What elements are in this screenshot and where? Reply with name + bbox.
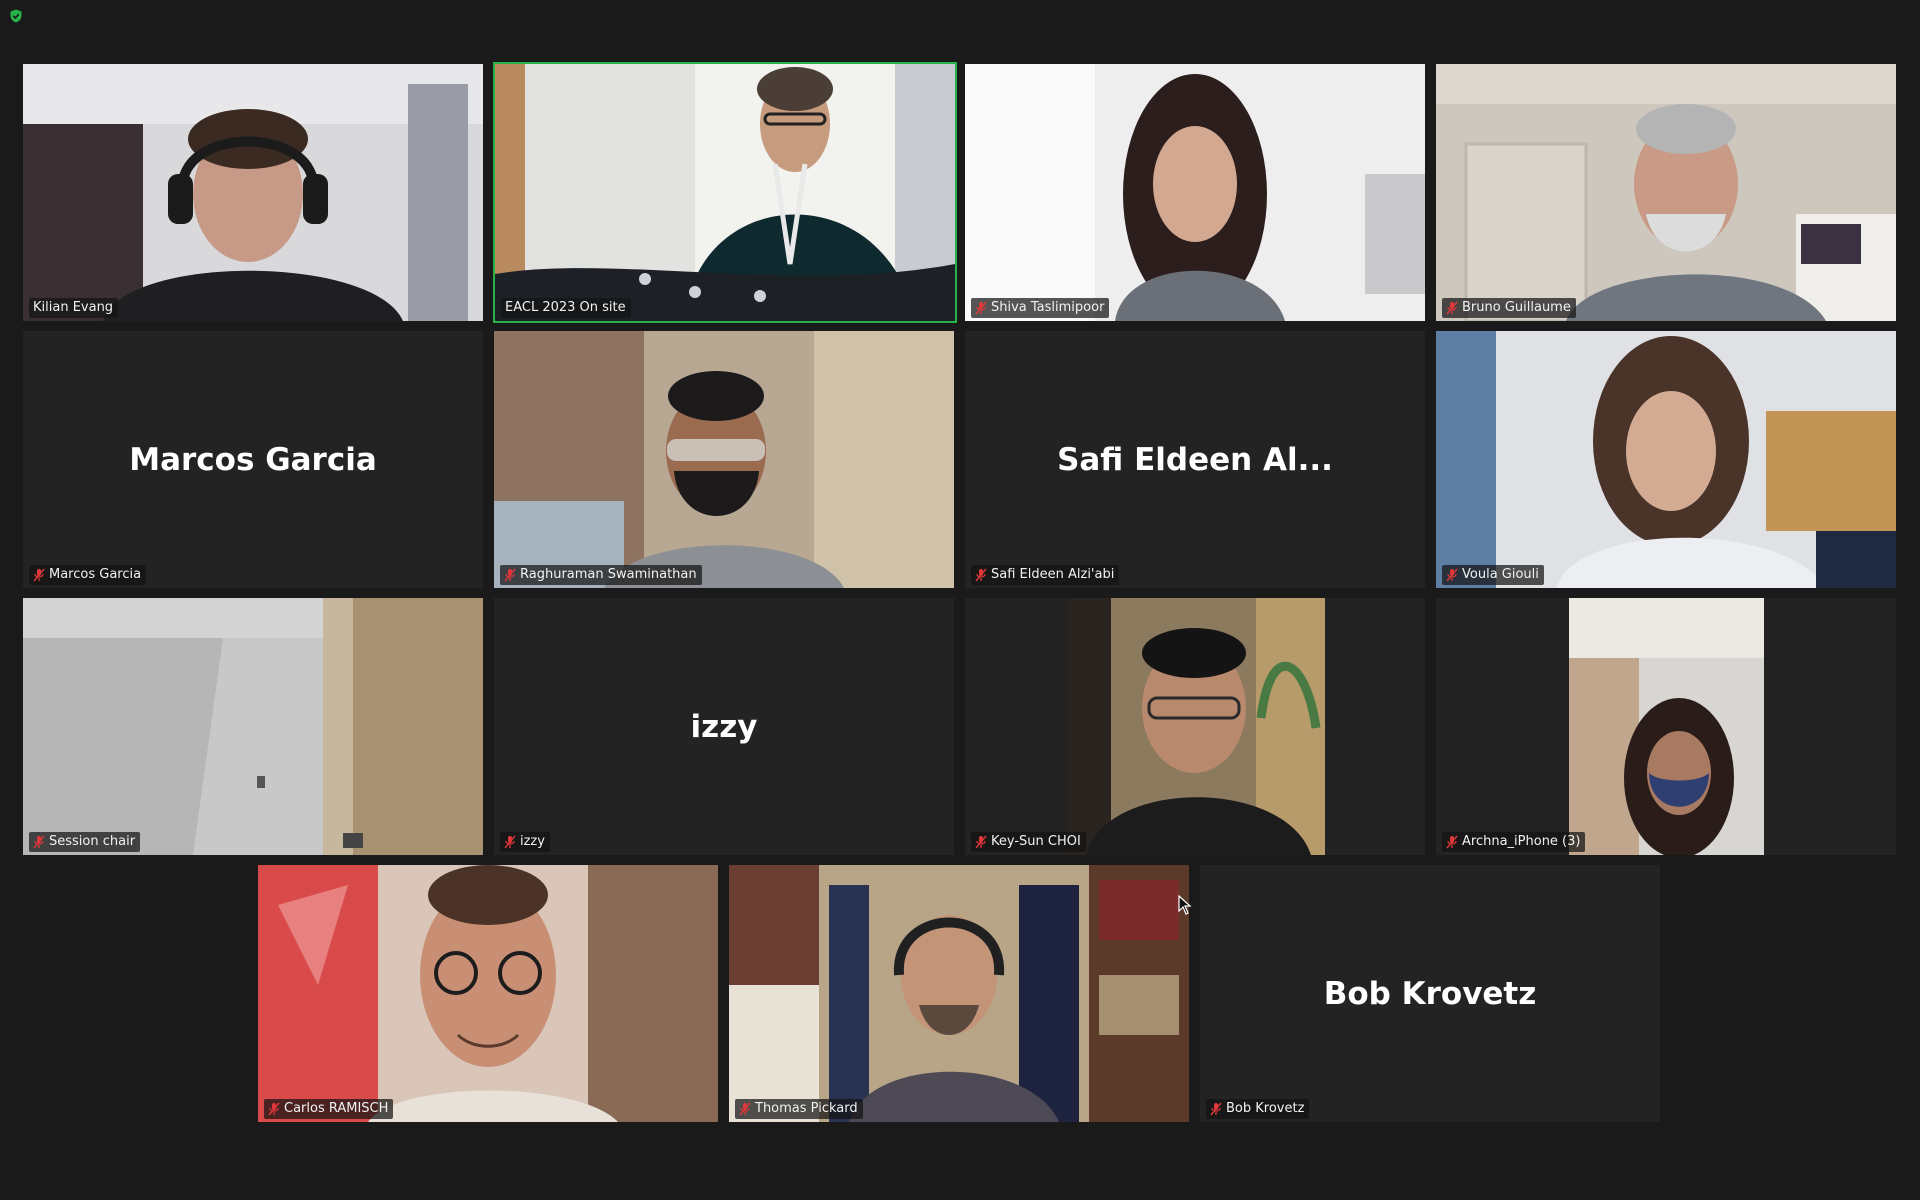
- participant-name: izzy: [520, 834, 545, 849]
- participant-name-tag: Thomas Pickard: [735, 1099, 863, 1119]
- muted-mic-icon: [504, 568, 516, 582]
- participant-tile[interactable]: Session chair: [23, 598, 483, 855]
- participant-display-name: izzy: [690, 708, 758, 745]
- muted-mic-icon: [1210, 1102, 1222, 1116]
- participant-video: [258, 865, 718, 1122]
- participant-tile-no-video[interactable]: izzy izzy: [494, 598, 954, 855]
- participant-video: [729, 865, 1189, 1122]
- participant-name: Session chair: [49, 834, 136, 849]
- participant-name-tag: Marcos Garcia: [29, 565, 147, 585]
- participant-name-tag: Key-Sun CHOI: [971, 832, 1086, 852]
- muted-mic-icon: [975, 301, 987, 315]
- participant-tile[interactable]: Archna_iPhone (3): [1436, 598, 1896, 855]
- participant-name-tag: Bruno Guillaume: [1442, 298, 1576, 318]
- participant-gallery: Kilian Evang EACL 2023 On site Shiva Tas…: [0, 0, 1920, 1200]
- participant-display-name: Marcos Garcia: [129, 441, 377, 478]
- participant-name: Carlos RAMISCH: [284, 1101, 389, 1116]
- participant-video: [23, 598, 483, 855]
- participant-name-tag: Safi Eldeen Alzi'abi: [971, 565, 1120, 585]
- participant-name: Archna_iPhone (3): [1462, 834, 1581, 849]
- muted-mic-icon: [975, 568, 987, 582]
- muted-mic-icon: [739, 1102, 751, 1116]
- participant-name-tag: EACL 2023 On site: [501, 298, 631, 318]
- participant-tile-no-video[interactable]: Safi Eldeen Al... Safi Eldeen Alzi'abi: [965, 331, 1425, 588]
- participant-video: [1436, 64, 1896, 321]
- participant-name-tag: Voula Giouli: [1442, 565, 1544, 585]
- participant-tile[interactable]: Raghuraman Swaminathan: [494, 331, 954, 588]
- participant-name: Voula Giouli: [1462, 567, 1539, 582]
- participant-name-tag: Shiva Taslimipoor: [971, 298, 1110, 318]
- participant-tile[interactable]: Thomas Pickard: [729, 865, 1189, 1122]
- participant-name-tag: Carlos RAMISCH: [264, 1099, 394, 1119]
- muted-mic-icon: [1446, 301, 1458, 315]
- participant-name: Kilian Evang: [33, 300, 114, 315]
- participant-video: [965, 598, 1425, 855]
- participant-tile[interactable]: Kilian Evang: [23, 64, 483, 321]
- participant-video: [1436, 331, 1896, 588]
- participant-video: [494, 331, 954, 588]
- mouse-pointer-icon: [1178, 895, 1192, 915]
- participant-name: Raghuraman Swaminathan: [520, 567, 697, 582]
- muted-mic-icon: [268, 1102, 280, 1116]
- participant-name-tag: Bob Krovetz: [1206, 1099, 1310, 1119]
- participant-display-name: Safi Eldeen Al...: [1057, 441, 1333, 478]
- participant-name-tag: Session chair: [29, 832, 141, 852]
- participant-display-name: Bob Krovetz: [1323, 975, 1537, 1012]
- participant-tile-no-video[interactable]: Marcos Garcia Marcos Garcia: [23, 331, 483, 588]
- participant-tile-no-video[interactable]: Bob Krovetz Bob Krovetz: [1200, 865, 1660, 1122]
- muted-mic-icon: [975, 835, 987, 849]
- muted-mic-icon: [33, 568, 45, 582]
- participant-name: Thomas Pickard: [755, 1101, 858, 1116]
- participant-tile-active-speaker[interactable]: EACL 2023 On site: [493, 62, 957, 323]
- participant-name: Shiva Taslimipoor: [991, 300, 1105, 315]
- participant-video: [23, 64, 483, 321]
- muted-mic-icon: [504, 835, 516, 849]
- muted-mic-icon: [1446, 835, 1458, 849]
- participant-name: EACL 2023 On site: [505, 300, 626, 315]
- participant-tile[interactable]: Voula Giouli: [1436, 331, 1896, 588]
- participant-video: [495, 64, 955, 321]
- participant-name: Bob Krovetz: [1226, 1101, 1305, 1116]
- participant-tile[interactable]: Bruno Guillaume: [1436, 64, 1896, 321]
- participant-name: Safi Eldeen Alzi'abi: [991, 567, 1115, 582]
- muted-mic-icon: [1446, 568, 1458, 582]
- participant-name-tag: Archna_iPhone (3): [1442, 832, 1586, 852]
- participant-video: [965, 64, 1425, 321]
- participant-name-tag: izzy: [500, 832, 550, 852]
- participant-name-tag: Kilian Evang: [29, 298, 119, 318]
- participant-tile[interactable]: Carlos RAMISCH: [258, 865, 718, 1122]
- muted-mic-icon: [33, 835, 45, 849]
- participant-tile[interactable]: Shiva Taslimipoor: [965, 64, 1425, 321]
- participant-video: [1436, 598, 1896, 855]
- participant-name: Key-Sun CHOI: [991, 834, 1081, 849]
- participant-tile[interactable]: Key-Sun CHOI: [965, 598, 1425, 855]
- participant-name-tag: Raghuraman Swaminathan: [500, 565, 702, 585]
- participant-name: Bruno Guillaume: [1462, 300, 1571, 315]
- participant-name: Marcos Garcia: [49, 567, 142, 582]
